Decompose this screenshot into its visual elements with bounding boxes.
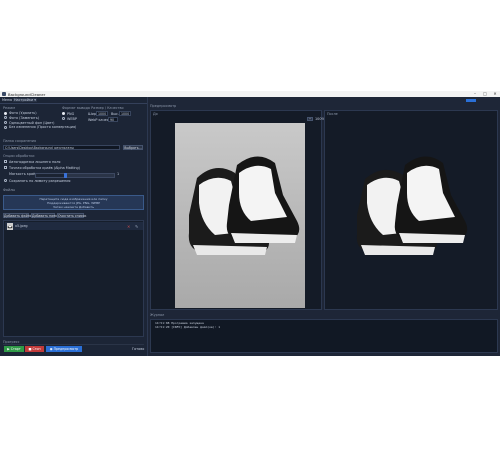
format-png-label: PNG: [67, 111, 75, 116]
settings-panel: Меню Настройки ▾ Режим Фото (Удалить) Фот…: [0, 97, 147, 356]
mode-radio-3[interactable]: [4, 125, 7, 129]
add-files-button[interactable]: Добавить файлы: [3, 213, 32, 218]
processed-image: [351, 139, 475, 279]
stop-button[interactable]: ■ Стоп: [25, 346, 44, 352]
mode-option-label: Без изменения (Просто конвертация): [9, 125, 77, 130]
save-same-label: Сохранять по лимиту разрешения: [9, 178, 71, 183]
start-button[interactable]: ▶ Старт: [4, 346, 24, 352]
edge-softness-slider[interactable]: [35, 173, 115, 178]
preview-header: Предпросмотр: [150, 104, 177, 108]
alpha-matting-checkbox[interactable]: [4, 166, 7, 169]
app-window: BackgroundCleaner – □ ✕ Меню Настройки ▾…: [0, 91, 500, 356]
output-folder-input[interactable]: C:\Users\Desktop\Background_результаты: [3, 145, 120, 150]
mode-option-label: Одноцветный фон (Цвет): [9, 120, 55, 125]
after-label: После: [327, 112, 338, 116]
save-same-radio[interactable]: [4, 179, 7, 182]
mode-radio-1[interactable]: [4, 116, 7, 120]
height-input[interactable]: 1000: [119, 111, 131, 116]
autocrop-checkbox[interactable]: [4, 160, 7, 163]
edge-softness-label: Мягкость краёв: [9, 172, 38, 176]
drop-zone[interactable]: Перетащите сюда изображения или папку Под…: [3, 195, 144, 210]
format-webp-radio[interactable]: [62, 117, 65, 120]
slider-thumb[interactable]: [64, 173, 68, 178]
mode-option-label: Фото (Удалить): [9, 111, 37, 115]
status-text: Готово: [132, 347, 145, 351]
width-input[interactable]: 1000: [96, 111, 108, 116]
mode-option-label: Фото (Заменить): [9, 115, 40, 120]
format-png-radio[interactable]: [62, 112, 65, 115]
files-header: Файлы: [3, 188, 16, 192]
remove-icon[interactable]: ✕: [127, 224, 130, 229]
log-line: 14:51:20 [INFO] Добавлен файл(ов): 1: [155, 325, 221, 329]
tab-menu[interactable]: Меню: [2, 98, 12, 102]
format-webp-label: WEBP: [67, 116, 77, 121]
mode-radio-0[interactable]: [4, 111, 7, 115]
preview-button[interactable]: ◉ Предпросмотр: [46, 346, 82, 352]
accent-indicator: [466, 98, 476, 102]
tab-settings[interactable]: Настройки ▾: [13, 98, 37, 102]
list-item[interactable]: x5.jpeg ✕ ✎: [5, 222, 143, 230]
before-label: До: [153, 112, 158, 116]
zoom-out-button[interactable]: −: [307, 117, 313, 121]
mode-radio-2[interactable]: [4, 121, 7, 125]
browse-button[interactable]: Выбрать...: [123, 145, 143, 150]
app-icon: [2, 92, 6, 96]
alpha-matting-label: Точная обработка краёв (Alpha Matting): [9, 165, 81, 170]
add-folder-button[interactable]: Добавить папку: [31, 213, 59, 218]
output-folder-header: Папка сохранения: [3, 139, 36, 143]
format-header: Формат вывода Размер / Качество: [62, 106, 124, 110]
file-list: x5.jpeg ✕ ✎: [3, 220, 144, 337]
divider: [0, 103, 147, 104]
file-name: x5.jpeg: [15, 224, 28, 228]
mode-header: Режим: [3, 106, 15, 110]
progress-bar: [3, 344, 144, 345]
log-header: Журнал: [150, 313, 165, 317]
thumbnail: [7, 222, 13, 230]
clear-list-button[interactable]: Очистить список: [57, 213, 86, 218]
edit-icon[interactable]: ✎: [135, 224, 138, 229]
after-pane: После: [324, 110, 498, 310]
preview-panel: Предпросмотр До − 100% После Журнал 14:5…: [147, 97, 500, 356]
log-area[interactable]: 14:51:08 Программа запущена 14:51:20 [INF…: [150, 319, 498, 353]
drop-hint-line: Затем нажмите Добавить: [53, 205, 94, 209]
original-image: [175, 123, 305, 308]
edge-softness-value: 1: [117, 172, 120, 176]
autocrop-label: Автоподрезка лишнего поля: [9, 159, 61, 164]
processing-header: Опции обработки: [3, 154, 35, 158]
sneaker-right-icon: [394, 156, 468, 243]
quality-input[interactable]: 90: [108, 117, 118, 122]
before-pane: До − 100%: [150, 110, 325, 310]
height-label: Выс.: [111, 111, 119, 116]
